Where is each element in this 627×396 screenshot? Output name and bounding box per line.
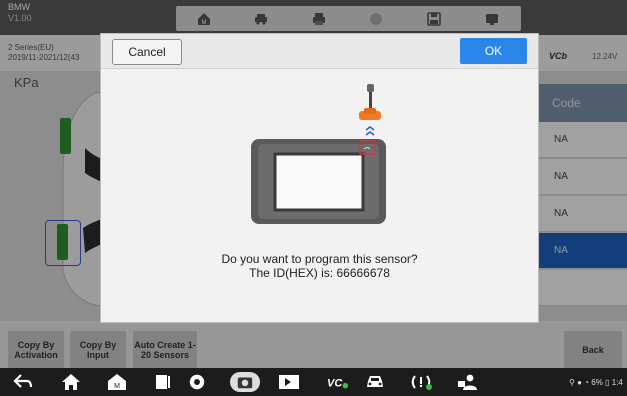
tpms-icon [411,375,432,390]
nav-home-button[interactable] [60,372,82,392]
car-icon [367,376,383,387]
chrome-icon [189,374,205,390]
nav-back-button[interactable] [12,372,34,392]
remote-support-icon [458,374,477,390]
dialog-sensor-id: The ID(HEX) is: 66666678 [249,266,390,280]
nav-app-home-button[interactable]: M [106,372,128,392]
app-window: BMW V1.00 M 2 Series(EU) 2019/11-2021/12… [0,0,627,369]
camera-icon [237,377,253,389]
nav-screen-record-button[interactable] [276,372,302,392]
android-navigation-bar [0,368,627,396]
cancel-button[interactable]: Cancel [112,39,182,65]
svg-text:VC: VC [327,378,343,390]
nav-recent-apps-button[interactable] [152,372,174,392]
battery-icon: ▯ [605,378,610,387]
svg-text:M: M [114,383,120,390]
clock: 1:4 [611,378,623,387]
dialog-question: Do you want to program this sensor? [221,252,418,266]
battery-level: 6% [591,378,603,387]
bluetooth-icon: ● [577,378,582,387]
vci-icon: VC [327,378,349,390]
system-status-area: ⚲ ● ◔ 6% ▯ 1:4 [569,378,623,387]
program-sensor-dialog: Cancel OK Do you want to program this se… [100,33,539,323]
nav-tpms-button[interactable] [410,372,434,392]
wifi-icon: ◔ [584,378,590,387]
home-icon [62,374,80,390]
nav-screenshot-button[interactable] [230,372,260,392]
nav-remote-support-button[interactable] [456,372,480,392]
autel-home-icon: M [108,374,126,390]
nav-vci-button[interactable]: VC [326,372,350,392]
ok-button[interactable]: OK [460,38,527,64]
recent-apps-icon [156,375,170,389]
nav-vehicle-button[interactable] [364,372,386,392]
back-arrow-icon [13,374,33,388]
tablet-sensor-illustration [251,84,386,224]
location-icon: ⚲ [569,378,575,387]
screen-record-icon [279,375,299,389]
dialog-header: Cancel OK [101,34,538,69]
nav-browser-button[interactable] [186,372,208,392]
dialog-message: Do you want to program this sensor? The … [101,252,538,280]
